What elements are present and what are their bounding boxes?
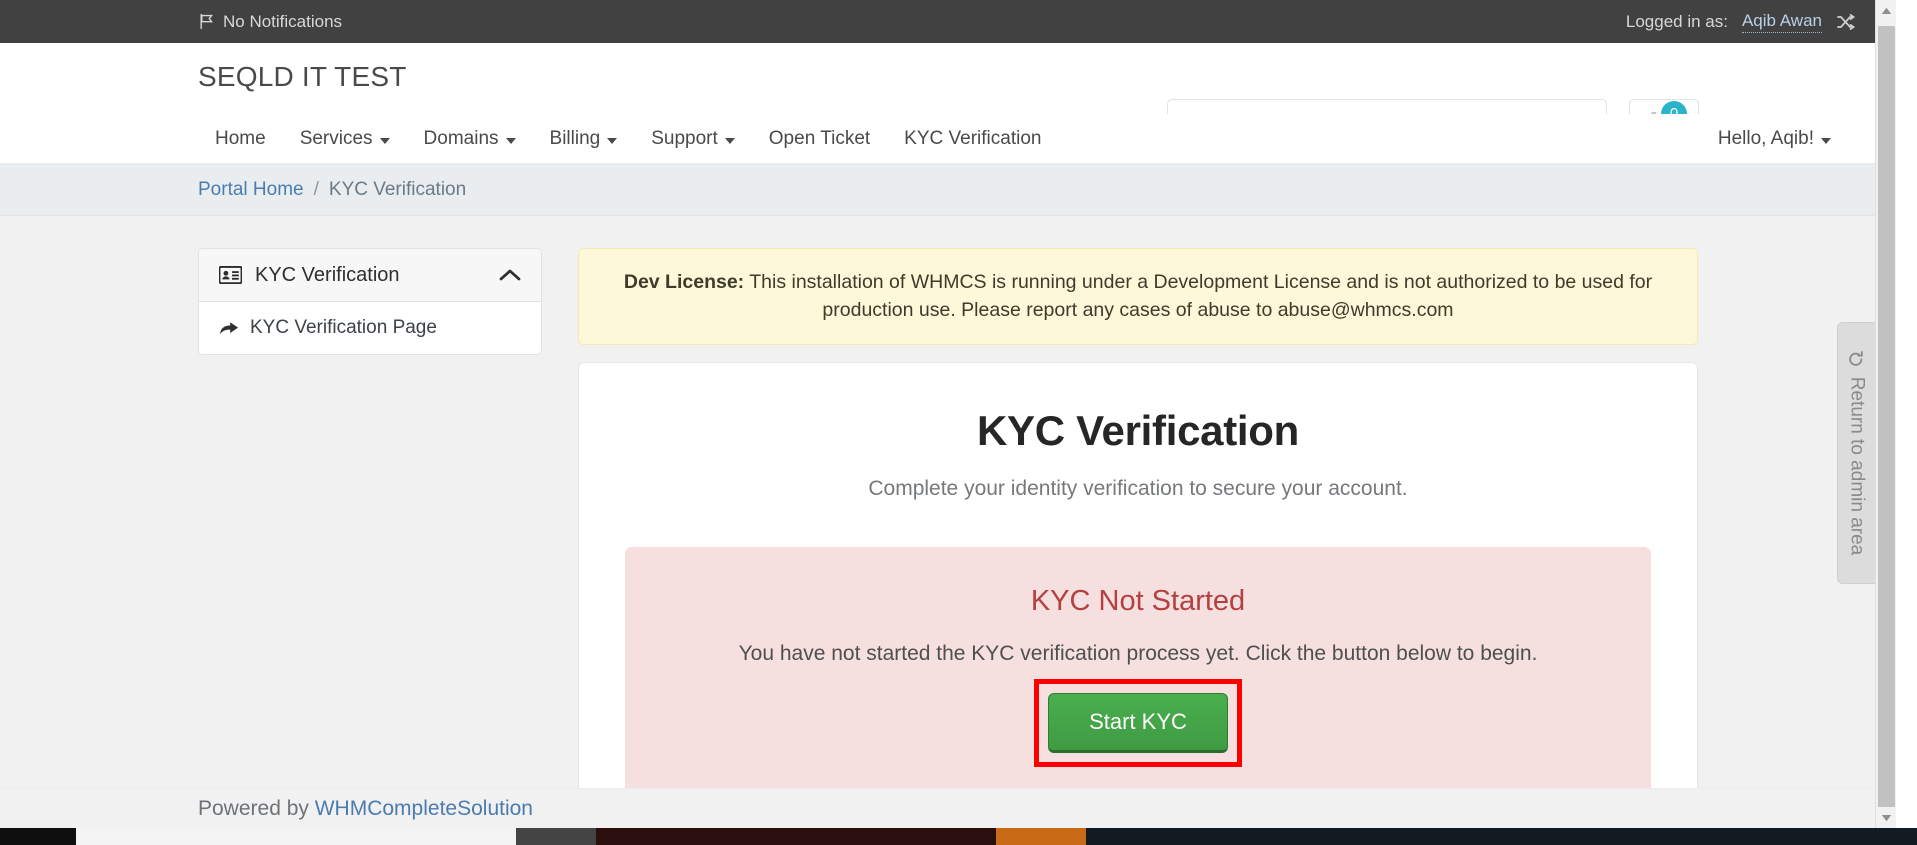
nav-label: Open Ticket <box>768 128 871 149</box>
kyc-status-text: You have not started the KYC verificatio… <box>738 641 1538 665</box>
start-kyc-highlight-box: Start KYC <box>1034 678 1242 767</box>
taskbar-segment <box>996 828 1086 845</box>
logged-in-label: Logged in as: <box>1625 11 1728 31</box>
share-arrow-icon <box>219 320 239 336</box>
page-subtitle: Complete your identity verification to s… <box>868 476 1408 500</box>
sidebar-panel: KYC Verification KYC Verification Page <box>198 248 542 355</box>
scrollbar-thumb[interactable] <box>1878 26 1895 808</box>
taskbar-segment <box>596 828 996 845</box>
notifications-area[interactable]: No Notifications <box>198 12 342 32</box>
breadcrumb: Portal Home / KYC Verification <box>198 179 466 201</box>
nav-item-kyc-verification[interactable]: KYC Verification <box>887 114 1058 164</box>
taskbar-segment <box>0 828 76 845</box>
nav-label: Services <box>299 128 373 149</box>
id-card-icon <box>219 266 242 284</box>
page-scrollbar[interactable] <box>1875 0 1896 828</box>
breadcrumb-separator: / <box>313 178 319 200</box>
sidebar-panel-header[interactable]: KYC Verification <box>199 249 541 302</box>
nav-item-support[interactable]: Support <box>634 114 752 164</box>
nav-account-menu: Hello, Aqib! <box>1701 114 1848 164</box>
main-content: Dev License: This installation of WHMCS … <box>578 248 1698 828</box>
taskbar-segment <box>516 828 596 845</box>
nav-item-billing[interactable]: Billing <box>533 114 635 164</box>
sidebar-panel-title: KYC Verification <box>255 263 400 286</box>
nav-item-home[interactable]: Home <box>198 114 283 164</box>
sidebar-item-kyc-verification-page[interactable]: KYC Verification Page <box>199 302 541 354</box>
footer-whmcs-link[interactable]: WHMCompleteSolution <box>315 797 533 820</box>
nav-label: Support <box>651 128 718 149</box>
return-to-admin-label: Return to admin area <box>1846 376 1868 556</box>
chevron-down-icon <box>724 137 735 144</box>
chevron-down-icon <box>379 137 390 144</box>
scroll-up-arrow-icon[interactable] <box>1876 0 1896 21</box>
logged-in-username[interactable]: Aqib Awan <box>1741 11 1822 33</box>
dev-license-alert: Dev License: This installation of WHMCS … <box>578 248 1698 345</box>
kyc-card: KYC Verification Complete your identity … <box>578 361 1698 828</box>
footer-powered-by: Powered by WHMCompleteSolution <box>198 797 533 821</box>
redo-icon <box>1848 351 1865 368</box>
flag-icon <box>198 13 215 30</box>
return-to-admin-tab[interactable]: Return to admin area <box>1837 322 1875 584</box>
footer-powered-label: Powered by <box>198 796 315 820</box>
sidebar-item-label: KYC Verification Page <box>250 317 437 338</box>
breadcrumb-current: KYC Verification <box>328 178 467 200</box>
nav-item-open-ticket[interactable]: Open Ticket <box>752 114 887 164</box>
top-utility-bar: No Notifications Logged in as: Aqib Awan <box>0 0 1896 43</box>
taskbar-segment <box>76 828 516 845</box>
site-footer: Powered by WHMCompleteSolution <box>0 788 1896 828</box>
nav-label: KYC Verification <box>904 128 1042 149</box>
nav-item-domains[interactable]: Domains <box>407 114 533 164</box>
nav-items: Home Services Domains Billing Support Op… <box>198 114 1058 164</box>
start-kyc-button[interactable]: Start KYC <box>1048 692 1228 753</box>
nav-label: Domains <box>423 128 499 149</box>
breadcrumb-bar: Portal Home / KYC Verification <box>0 164 1896 216</box>
chevron-down-icon <box>607 137 618 144</box>
dev-license-alert-text: This installation of WHMCS is running un… <box>744 271 1653 322</box>
windows-taskbar <box>0 828 1917 845</box>
site-brand-title[interactable]: SEQLD IT TEST <box>198 61 407 93</box>
account-dropdown[interactable]: Hello, Aqib! <box>1701 114 1848 164</box>
return-to-admin-tab-inner: Return to admin area <box>1846 351 1868 556</box>
chevron-up-icon[interactable] <box>499 268 521 282</box>
chevron-down-icon <box>1821 137 1831 144</box>
taskbar-segment <box>1086 828 1917 845</box>
nav-label: Billing <box>549 128 601 149</box>
account-label: Hello, Aqib! <box>1717 128 1814 149</box>
logged-in-area: Logged in as: Aqib Awan <box>1626 0 1856 43</box>
site-header: SEQLD IT TEST Search our knowledgebase..… <box>0 43 1896 146</box>
screen: No Notifications Logged in as: Aqib Awan… <box>0 0 1917 845</box>
nav-label: Home <box>215 128 266 149</box>
browser-page: No Notifications Logged in as: Aqib Awan… <box>0 0 1896 828</box>
kyc-status-title: KYC Not Started <box>1030 584 1246 617</box>
random-icon[interactable] <box>1836 13 1856 31</box>
dev-license-alert-strong: Dev License: <box>623 271 745 293</box>
page-body: KYC Verification KYC Verification Page D… <box>0 216 1896 828</box>
breadcrumb-portal-home[interactable]: Portal Home <box>198 179 304 201</box>
notifications-label: No Notifications <box>223 11 343 31</box>
chevron-down-icon <box>505 137 516 144</box>
kyc-status-box: KYC Not Started You have not started the… <box>625 546 1651 807</box>
nav-item-services[interactable]: Services <box>283 114 407 164</box>
page-title: KYC Verification <box>977 406 1299 454</box>
scroll-down-arrow-icon[interactable] <box>1876 807 1896 828</box>
main-navigation: Home Services Domains Billing Support Op… <box>0 114 1896 164</box>
